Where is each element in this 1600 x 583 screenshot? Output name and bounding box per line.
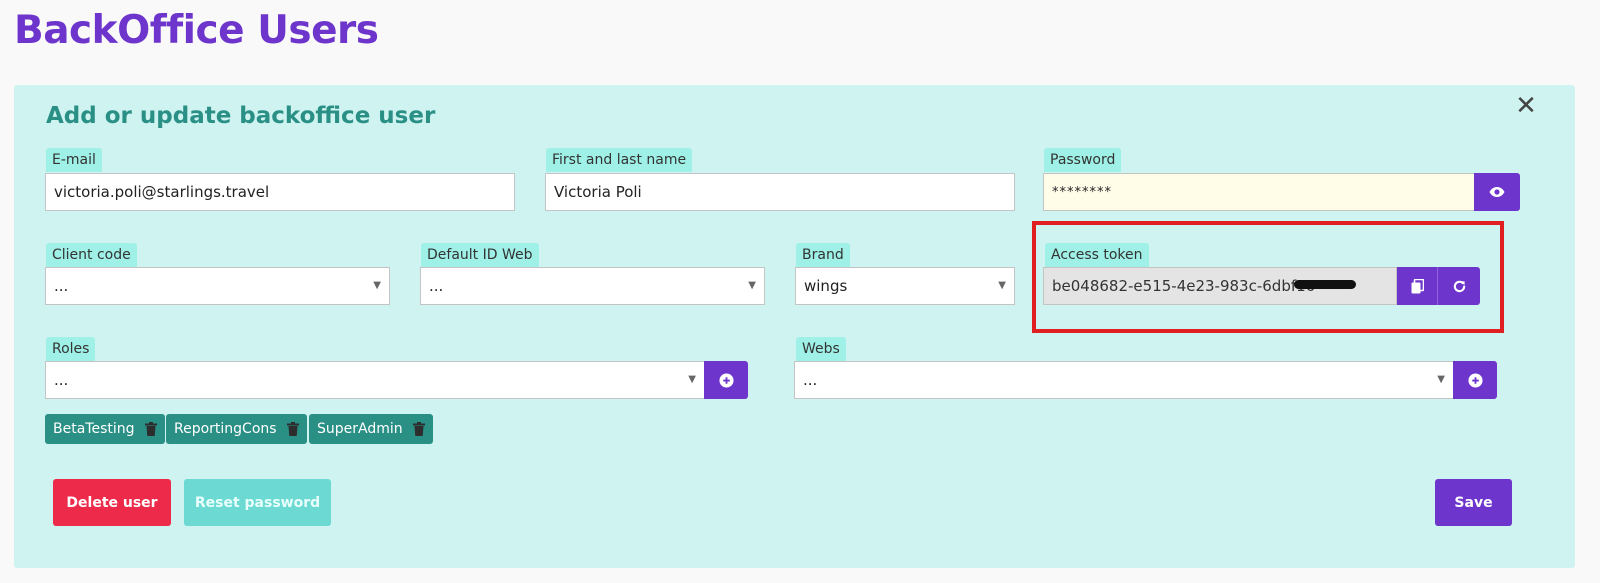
name-label: First and last name	[546, 148, 693, 172]
webs-select[interactable]: ... ▼	[794, 361, 1454, 399]
access-token-highlight	[1032, 221, 1504, 333]
brand-value: wings	[804, 277, 848, 295]
chevron-down-icon: ▼	[373, 280, 381, 291]
roles-select[interactable]: ... ▼	[45, 361, 705, 399]
webs-label: Webs	[796, 337, 846, 361]
page-title: BackOffice Users	[14, 8, 379, 53]
plus-circle-icon	[1467, 372, 1483, 388]
toggle-password-button[interactable]	[1474, 173, 1520, 211]
chevron-down-icon: ▼	[998, 280, 1006, 291]
save-button[interactable]: Save	[1435, 479, 1512, 526]
client-code-value: ...	[54, 277, 69, 295]
role-chip-label: BetaTesting	[53, 421, 135, 437]
reset-password-button[interactable]: Reset password	[184, 479, 331, 526]
password-label: Password	[1044, 148, 1122, 172]
password-field[interactable]	[1043, 173, 1475, 211]
default-id-web-value: ...	[429, 277, 444, 295]
brand-select[interactable]: wings ▼	[795, 267, 1015, 305]
email-label: E-mail	[46, 148, 102, 172]
delete-user-button[interactable]: Delete user	[53, 479, 171, 526]
role-chip-reportingcons: ReportingCons	[166, 414, 307, 444]
trash-icon[interactable]	[412, 422, 425, 436]
webs-value: ...	[803, 371, 818, 389]
default-id-web-label: Default ID Web	[421, 243, 539, 267]
roles-label: Roles	[46, 337, 96, 361]
role-chip-betatesting: BetaTesting	[45, 414, 165, 444]
role-chip-label: SuperAdmin	[317, 421, 403, 437]
eye-icon	[1489, 187, 1505, 197]
trash-icon[interactable]	[286, 422, 299, 436]
email-field[interactable]	[45, 173, 515, 211]
plus-circle-icon	[718, 372, 734, 388]
client-code-label: Client code	[46, 243, 137, 267]
add-web-button[interactable]	[1453, 361, 1497, 399]
client-code-select[interactable]: ... ▼	[45, 267, 390, 305]
chevron-down-icon: ▼	[688, 374, 696, 385]
close-icon[interactable]: ✕	[1513, 93, 1539, 119]
panel-title: Add or update backoffice user	[46, 103, 436, 129]
roles-value: ...	[54, 371, 69, 389]
brand-label: Brand	[796, 243, 850, 267]
role-chip-label: ReportingCons	[174, 421, 277, 437]
chevron-down-icon: ▼	[1437, 374, 1445, 385]
name-field[interactable]	[545, 173, 1015, 211]
trash-icon[interactable]	[144, 422, 157, 436]
add-role-button[interactable]	[704, 361, 748, 399]
chevron-down-icon: ▼	[748, 280, 756, 291]
user-form-panel: Add or update backoffice user ✕ E-mail F…	[14, 85, 1575, 568]
default-id-web-select[interactable]: ... ▼	[420, 267, 765, 305]
role-chip-superadmin: SuperAdmin	[309, 414, 433, 444]
